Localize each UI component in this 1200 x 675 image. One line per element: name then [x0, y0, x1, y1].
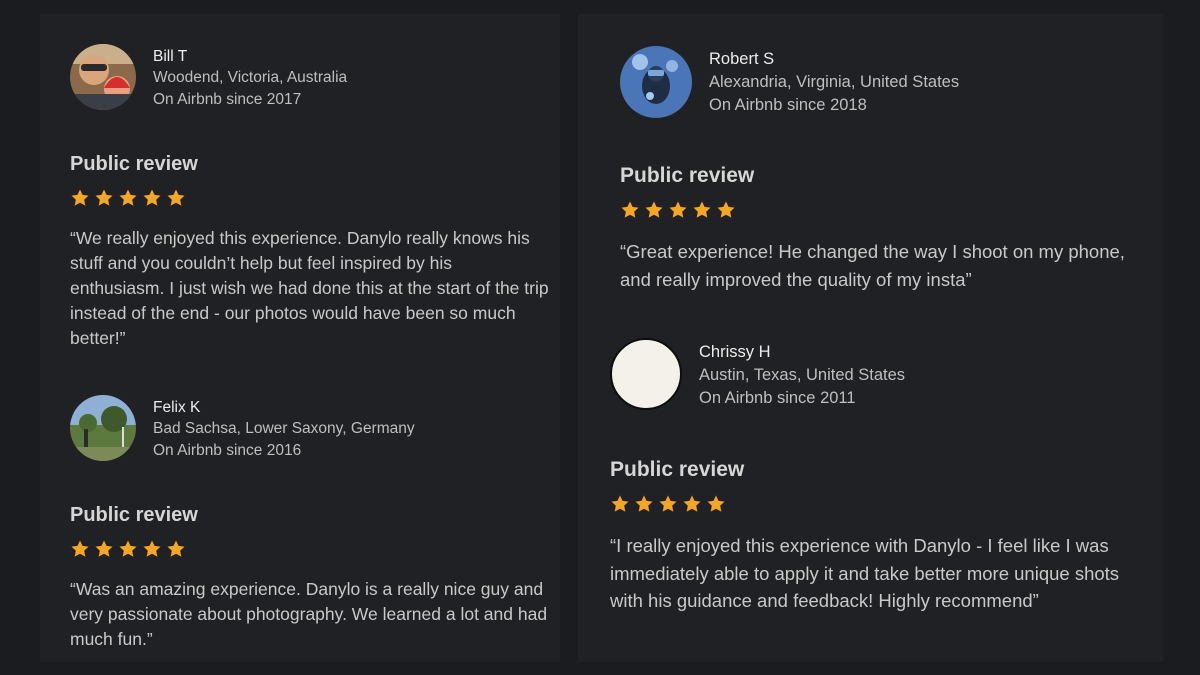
star-icon — [683, 495, 701, 512]
star-icon — [611, 495, 629, 512]
reviewer-member-since: On Airbnb since 2011 — [699, 389, 856, 407]
star-rating — [70, 188, 550, 210]
review-heading: Public review — [70, 153, 198, 175]
star-icon — [119, 540, 137, 557]
reviewer-member-since: On Airbnb since 2018 — [709, 96, 867, 114]
reviewer-avatar[interactable] — [620, 46, 692, 118]
reviewer-header: Felix K Bad Sachsa, Lower Saxony, German… — [70, 395, 550, 467]
review-text: “I really enjoyed this experience with D… — [610, 535, 1120, 611]
review-text: “Was an amazing experience. Danylo is a … — [70, 579, 548, 649]
review-card: Chrissy H Austin, Texas, United States O… — [610, 338, 1150, 615]
reviewer-name[interactable]: Felix K — [153, 397, 415, 418]
star-rating — [620, 200, 1150, 222]
star-icon — [693, 201, 711, 218]
review-text: “We really enjoyed this experience. Dany… — [70, 228, 549, 348]
star-icon — [71, 189, 89, 206]
reviewer-header: Bill T Woodend, Victoria, Australia On A… — [70, 44, 550, 116]
reviewer-header: Chrissy H Austin, Texas, United States O… — [610, 338, 1150, 410]
review-heading: Public review — [610, 458, 745, 481]
review-card: Bill T Woodend, Victoria, Australia On A… — [70, 44, 550, 351]
star-icon — [645, 201, 663, 218]
star-icon — [717, 201, 735, 218]
star-icon — [707, 495, 725, 512]
star-icon — [659, 495, 677, 512]
review-card: Robert S Alexandria, Virginia, United St… — [620, 46, 1150, 293]
review-heading: Public review — [620, 164, 755, 187]
reviewer-avatar[interactable] — [70, 44, 136, 110]
reviewer-avatar[interactable] — [70, 395, 136, 461]
star-icon — [167, 540, 185, 557]
review-text: “Great experience! He changed the way I … — [620, 241, 1125, 290]
star-rating — [70, 539, 550, 561]
reviewer-location: Bad Sachsa, Lower Saxony, Germany — [153, 420, 415, 437]
reviewer-name[interactable]: Chrissy H — [699, 341, 905, 364]
reviewer-header: Robert S Alexandria, Virginia, United St… — [620, 46, 1150, 118]
star-icon — [143, 540, 161, 557]
reviewer-location: Alexandria, Virginia, United States — [709, 73, 960, 91]
star-icon — [669, 201, 687, 218]
reviewer-member-since: On Airbnb since 2017 — [153, 90, 302, 108]
star-icon — [635, 495, 653, 512]
star-icon — [119, 189, 137, 206]
review-card: Felix K Bad Sachsa, Lower Saxony, German… — [70, 395, 550, 652]
star-rating — [610, 494, 1150, 516]
reviewer-member-since: On Airbnb since 2016 — [153, 441, 302, 459]
review-heading: Public review — [70, 504, 198, 526]
reviewer-location: Woodend, Victoria, Australia — [153, 69, 348, 86]
reviewer-name[interactable]: Bill T — [153, 46, 347, 67]
star-icon — [167, 189, 185, 206]
star-icon — [95, 540, 113, 557]
reviewer-name[interactable]: Robert S — [709, 48, 959, 71]
star-icon — [71, 540, 89, 557]
star-icon — [95, 189, 113, 206]
reviewer-avatar[interactable] — [610, 338, 682, 410]
reviewer-location: Austin, Texas, United States — [699, 366, 906, 384]
star-icon — [621, 201, 639, 218]
star-icon — [143, 189, 161, 206]
